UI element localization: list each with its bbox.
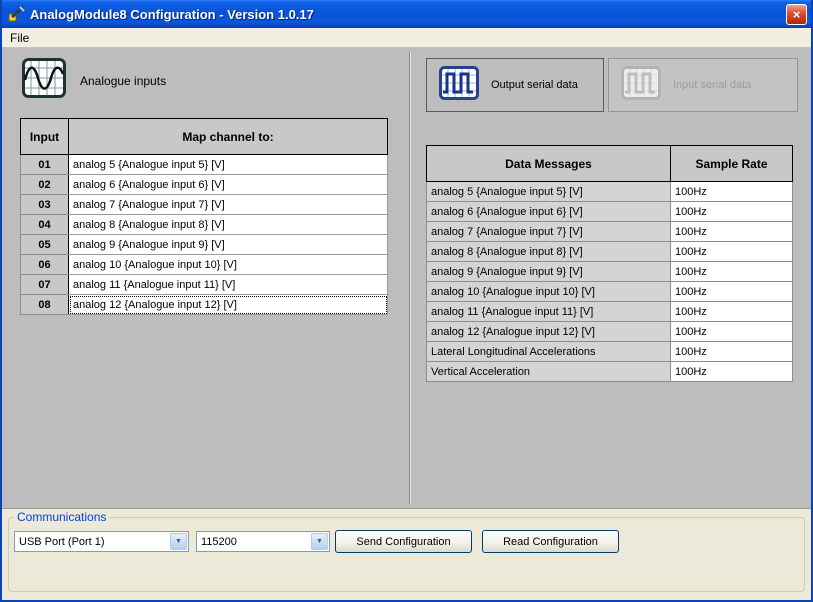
table-row: 01 analog 5 {Analogue input 5} [V] [21,155,388,175]
sample-rate-cell[interactable]: 100Hz [671,262,793,282]
sample-rate-cell[interactable]: 100Hz [671,302,793,322]
analogue-inputs-label: Analogue inputs [80,74,166,88]
input-number-cell: 02 [21,175,69,195]
output-data-table: Data Messages Sample Rate analog 5 {Anal… [426,145,793,382]
table-row: 05 analog 9 {Analogue input 9} [V] [21,235,388,255]
output-tab-icon [439,66,479,105]
channel-mapping-cell[interactable]: analog 9 {Analogue input 9} [V] [69,235,388,255]
communications-groupbox [8,517,805,592]
sample-rate-cell[interactable]: 100Hz [671,182,793,202]
table-row: analog 8 {Analogue input 8} [V] 100Hz [427,242,793,262]
sample-rate-cell[interactable]: 100Hz [671,202,793,222]
table-row: analog 11 {Analogue input 11} [V] 100Hz [427,302,793,322]
channel-mapping-cell[interactable]: analog 5 {Analogue input 5} [V] [69,155,388,175]
input-map-table: Input Map channel to: 01 analog 5 {Analo… [20,118,388,315]
tab-output-label: Output serial data [491,79,578,91]
communications-group-label: Communications [14,510,109,524]
sample-rate-cell[interactable]: 100Hz [671,242,793,262]
input-number-cell: 01 [21,155,69,175]
data-message-cell[interactable]: Vertical Acceleration [427,362,671,382]
data-table-header-row: Data Messages Sample Rate [427,146,793,182]
input-number-cell: 08 [21,295,69,315]
input-number-cell: 06 [21,255,69,275]
analogue-inputs-icon [22,58,66,103]
sample-rate-cell[interactable]: 100Hz [671,342,793,362]
input-number-cell: 07 [21,275,69,295]
data-message-cell[interactable]: analog 11 {Analogue input 11} [V] [427,302,671,322]
column-header-data-messages: Data Messages [427,146,671,182]
table-row: 04 analog 8 {Analogue input 8} [V] [21,215,388,235]
table-row: Lateral Longitudinal Accelerations 100Hz [427,342,793,362]
channel-mapping-cell[interactable]: analog 8 {Analogue input 8} [V] [69,215,388,235]
data-message-cell[interactable]: analog 12 {Analogue input 12} [V] [427,322,671,342]
column-header-map-channel: Map channel to: [69,119,388,155]
close-button[interactable]: × [786,4,807,25]
map-table-header-row: Input Map channel to: [21,119,388,155]
data-message-cell[interactable]: analog 9 {Analogue input 9} [V] [427,262,671,282]
baud-rate-select[interactable]: 115200 ▼ [196,531,330,552]
data-message-cell[interactable]: analog 5 {Analogue input 5} [V] [427,182,671,202]
channel-mapping-cell[interactable]: analog 6 {Analogue input 6} [V] [69,175,388,195]
input-tab-icon [621,66,661,105]
menu-bar: File [2,28,811,48]
data-message-cell[interactable]: analog 10 {Analogue input 10} [V] [427,282,671,302]
table-row: analog 10 {Analogue input 10} [V] 100Hz [427,282,793,302]
data-message-cell[interactable]: analog 7 {Analogue input 7} [V] [427,222,671,242]
table-row: analog 7 {Analogue input 7} [V] 100Hz [427,222,793,242]
data-message-cell[interactable]: analog 8 {Analogue input 8} [V] [427,242,671,262]
close-icon: × [793,7,801,22]
data-message-cell[interactable]: Lateral Longitudinal Accelerations [427,342,671,362]
channel-mapping-cell[interactable]: analog 12 {Analogue input 12} [V] [69,295,388,315]
table-row: analog 12 {Analogue input 12} [V] 100Hz [427,322,793,342]
table-row: analog 9 {Analogue input 9} [V] 100Hz [427,262,793,282]
port-select[interactable]: USB Port (Port 1) ▼ [14,531,189,552]
send-configuration-button[interactable]: Send Configuration [335,530,472,553]
app-window: AnalogModule8 Configuration - Version 1.… [0,0,813,602]
client-area: Analogue inputs Input Map channel to: 01… [2,48,811,508]
channel-mapping-cell[interactable]: analog 11 {Analogue input 11} [V] [69,275,388,295]
channel-mapping-cell[interactable]: analog 10 {Analogue input 10} [V] [69,255,388,275]
table-row: analog 6 {Analogue input 6} [V] 100Hz [427,202,793,222]
app-icon [8,5,26,23]
input-number-cell: 03 [21,195,69,215]
table-row: 06 analog 10 {Analogue input 10} [V] [21,255,388,275]
menu-file[interactable]: File [2,29,37,47]
sample-rate-cell[interactable]: 100Hz [671,282,793,302]
sample-rate-cell[interactable]: 100Hz [671,322,793,342]
table-row: 03 analog 7 {Analogue input 7} [V] [21,195,388,215]
pane-divider [409,52,411,504]
baud-rate-value: 115200 [197,536,310,548]
sample-rate-cell[interactable]: 100Hz [671,362,793,382]
window-title: AnalogModule8 Configuration - Version 1.… [30,7,786,22]
port-dropdown-arrow-icon[interactable]: ▼ [170,533,187,550]
communications-panel: Communications USB Port (Port 1) ▼ 11520… [2,508,811,600]
input-number-cell: 04 [21,215,69,235]
table-row: analog 5 {Analogue input 5} [V] 100Hz [427,182,793,202]
table-row: 02 analog 6 {Analogue input 6} [V] [21,175,388,195]
channel-mapping-cell[interactable]: analog 7 {Analogue input 7} [V] [69,195,388,215]
column-header-input: Input [21,119,69,155]
data-message-cell[interactable]: analog 6 {Analogue input 6} [V] [427,202,671,222]
title-bar: AnalogModule8 Configuration - Version 1.… [2,0,811,28]
table-row: 08 analog 12 {Analogue input 12} [V] [21,295,388,315]
input-number-cell: 05 [21,235,69,255]
port-select-value: USB Port (Port 1) [15,536,169,548]
read-configuration-button[interactable]: Read Configuration [482,530,619,553]
tab-input-serial-data[interactable]: Input serial data [608,58,798,112]
column-header-sample-rate: Sample Rate [671,146,793,182]
table-row: 07 analog 11 {Analogue input 11} [V] [21,275,388,295]
sample-rate-cell[interactable]: 100Hz [671,222,793,242]
tab-output-serial-data[interactable]: Output serial data [426,58,604,112]
tab-input-label: Input serial data [673,79,751,91]
analogue-inputs-header: Analogue inputs [22,58,166,103]
serial-data-tabs: Output serial data Input serial data [426,58,798,112]
baud-dropdown-arrow-icon[interactable]: ▼ [311,533,328,550]
table-row: Vertical Acceleration 100Hz [427,362,793,382]
